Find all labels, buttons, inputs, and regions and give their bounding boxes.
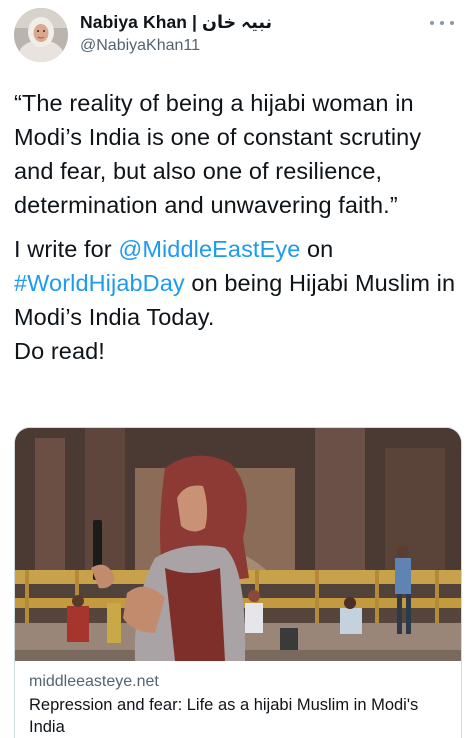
dot	[430, 21, 434, 25]
card-domain: middleeasteye.net	[29, 673, 159, 690]
text-segment: on	[300, 236, 334, 262]
more-dots-icon[interactable]	[430, 12, 454, 34]
tweet-paragraph: I write for @MiddleEastEye on #WorldHijab…	[14, 232, 464, 368]
author-display-name[interactable]: Nabiya Khan | نبیہ خان	[80, 11, 272, 33]
tweet-header: Nabiya Khan | نبیہ خان @NabiyaKhan11	[14, 8, 460, 64]
dot	[450, 21, 454, 25]
card-title[interactable]: Repression and fear: Life as a hijabi Mu…	[29, 694, 447, 738]
author-names: Nabiya Khan | نبیہ خان @NabiyaKhan11	[80, 11, 272, 57]
card-image[interactable]	[15, 428, 461, 661]
text-segment: Do read!	[14, 338, 105, 364]
tweet: Nabiya Khan | نبیہ خان @NabiyaKhan11 “Th…	[0, 0, 474, 738]
dot	[440, 21, 444, 25]
tweet-quote: “The reality of being a hijabi woman in …	[14, 90, 422, 218]
avatar[interactable]	[14, 8, 68, 62]
tweet-text: “The reality of being a hijabi woman in …	[14, 86, 464, 368]
mention-link[interactable]: @MiddleEastEye	[118, 236, 300, 262]
author-handle[interactable]: @NabiyaKhan11	[80, 35, 272, 57]
card-meta: middleeasteye.net Repression and fear: L…	[15, 661, 461, 738]
hashtag-link[interactable]: #WorldHijabDay	[14, 270, 185, 296]
text-segment: I write for	[14, 236, 119, 262]
link-card[interactable]: middleeasteye.net Repression and fear: L…	[14, 427, 462, 738]
